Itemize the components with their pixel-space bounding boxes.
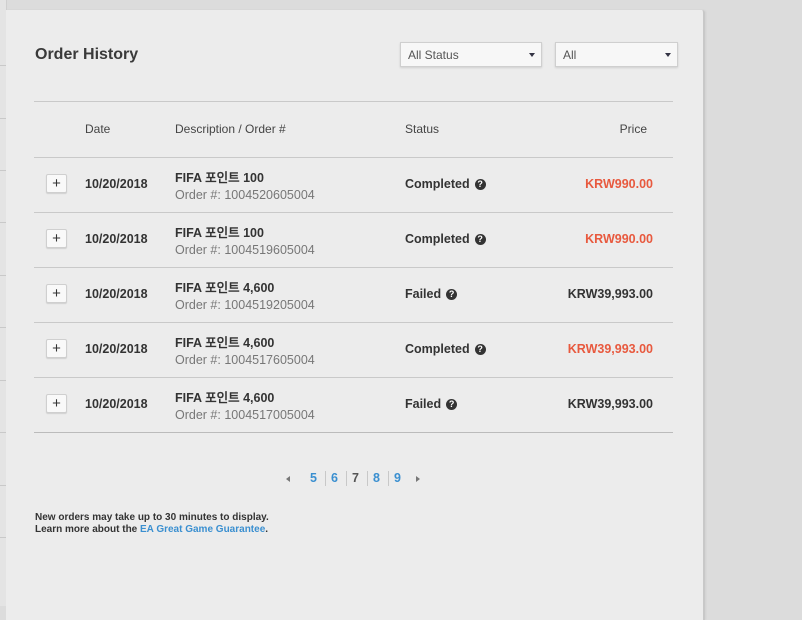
expand-row-button[interactable]: + — [46, 284, 67, 303]
footer-line-2-period: . — [265, 524, 269, 535]
column-header-price: Price — [619, 122, 647, 136]
order-status: Failed? — [405, 397, 458, 411]
order-status: Failed? — [405, 287, 458, 301]
order-status-text: Completed — [405, 232, 470, 246]
order-status: Completed? — [405, 232, 486, 246]
footer-note: New orders may take up to 30 minutes to … — [35, 512, 269, 536]
order-number: Order #: 1004520605004 — [175, 188, 315, 202]
table-body: +10/20/2018 FIFA 포인트 100 Order #: 10045206… — [34, 158, 673, 433]
table-row: +10/20/2018 FIFA 포인트 100 Order #: 10045196… — [34, 213, 673, 268]
range-filter-value: All — [563, 48, 577, 62]
table-row: +10/20/2018 FIFA 포인트 4,600 Order #: 100451… — [34, 268, 673, 323]
page-link-5[interactable]: 5 — [310, 471, 317, 485]
order-status-text: Failed — [405, 287, 442, 301]
order-price: KRW990.00 — [585, 177, 653, 191]
order-price: KRW990.00 — [585, 232, 653, 246]
status-filter-value: All Status — [408, 48, 459, 62]
order-number-value: 1004519205004 — [224, 298, 315, 312]
order-number: Order #: 1004519605004 — [175, 243, 315, 257]
expand-row-button[interactable]: + — [46, 229, 67, 248]
order-date: 10/20/2018 — [85, 342, 148, 356]
page-link-6[interactable]: 6 — [331, 471, 338, 485]
page-link-9[interactable]: 9 — [394, 471, 401, 485]
order-date: 10/20/2018 — [85, 397, 148, 411]
order-status-text: Failed — [405, 397, 442, 411]
order-date: 10/20/2018 — [85, 287, 148, 301]
order-history-panel: Order History All Status All Date Descri… — [6, 10, 705, 620]
order-date: 10/20/2018 — [85, 177, 148, 191]
order-number-label: Order #: — [175, 298, 221, 312]
ea-great-game-guarantee-link[interactable]: EA Great Game Guarantee — [140, 524, 265, 535]
order-number-value: 1004517605004 — [224, 353, 315, 367]
order-status: Completed? — [405, 342, 486, 356]
chevron-down-icon — [665, 53, 671, 57]
order-price: KRW39,993.00 — [567, 287, 653, 301]
order-price: KRW39,993.00 — [567, 342, 653, 356]
footer-line-2: Learn more about the EA Great Game Guara… — [35, 524, 269, 536]
order-number-value: 1004520605004 — [224, 188, 315, 202]
column-header-status: Status — [405, 122, 440, 136]
order-number: Order #: 1004517005004 — [175, 408, 315, 422]
help-question-icon[interactable]: ? — [446, 289, 458, 300]
page-link-7-current: 7 — [352, 471, 359, 485]
table-row: +10/20/2018 FIFA 포인트 4,600 Order #: 100451… — [34, 378, 673, 433]
column-header-description: Description / Order # — [175, 122, 286, 136]
table-row: +10/20/2018 FIFA 포인트 4,600 Order #: 100451… — [34, 323, 673, 378]
page-link-8[interactable]: 8 — [373, 471, 380, 485]
order-number-value: 1004519605004 — [224, 243, 315, 257]
order-number-label: Order #: — [175, 243, 221, 257]
footer-line-1: New orders may take up to 30 minutes to … — [35, 512, 269, 523]
range-filter-select[interactable]: All — [555, 42, 678, 67]
expand-row-button[interactable]: + — [46, 174, 67, 193]
next-page-arrow-icon[interactable] — [416, 476, 420, 482]
status-filter-select[interactable]: All Status — [400, 42, 542, 67]
order-number-label: Order #: — [175, 188, 221, 202]
order-description: FIFA 포인트 4,600 — [175, 336, 275, 350]
order-date: 10/20/2018 — [85, 232, 148, 246]
footer-line-2-text: Learn more about the — [35, 524, 141, 535]
order-price: KRW39,993.00 — [567, 397, 653, 411]
order-number-label: Order #: — [175, 408, 221, 422]
previous-page-arrow-icon[interactable] — [286, 476, 290, 482]
help-question-icon[interactable]: ? — [474, 344, 486, 355]
order-status-text: Completed — [405, 177, 470, 191]
order-description: FIFA 포인트 4,600 — [175, 391, 275, 405]
orders-table: Date Description / Order # Status Price … — [34, 101, 673, 433]
order-status-text: Completed — [405, 342, 470, 356]
chevron-down-icon — [529, 53, 535, 57]
order-number-value: 1004517005004 — [224, 408, 315, 422]
order-number-label: Order #: — [175, 353, 221, 367]
help-question-icon[interactable]: ? — [474, 179, 486, 190]
order-description: FIFA 포인트 4,600 — [175, 281, 275, 295]
table-header: Date Description / Order # Status Price — [34, 102, 673, 158]
order-status: Completed? — [405, 177, 486, 191]
order-description: FIFA 포인트 100 — [175, 226, 264, 240]
expand-row-button[interactable]: + — [46, 394, 67, 413]
help-question-icon[interactable]: ? — [446, 399, 458, 410]
page-title: Order History — [35, 46, 139, 63]
help-question-icon[interactable]: ? — [474, 234, 486, 245]
order-number: Order #: 1004519205004 — [175, 298, 315, 312]
order-number: Order #: 1004517605004 — [175, 353, 315, 367]
table-row: +10/20/2018 FIFA 포인트 100 Order #: 10045206… — [34, 158, 673, 213]
column-header-date: Date — [85, 122, 111, 136]
expand-row-button[interactable]: + — [46, 339, 67, 358]
order-description: FIFA 포인트 100 — [175, 171, 264, 185]
